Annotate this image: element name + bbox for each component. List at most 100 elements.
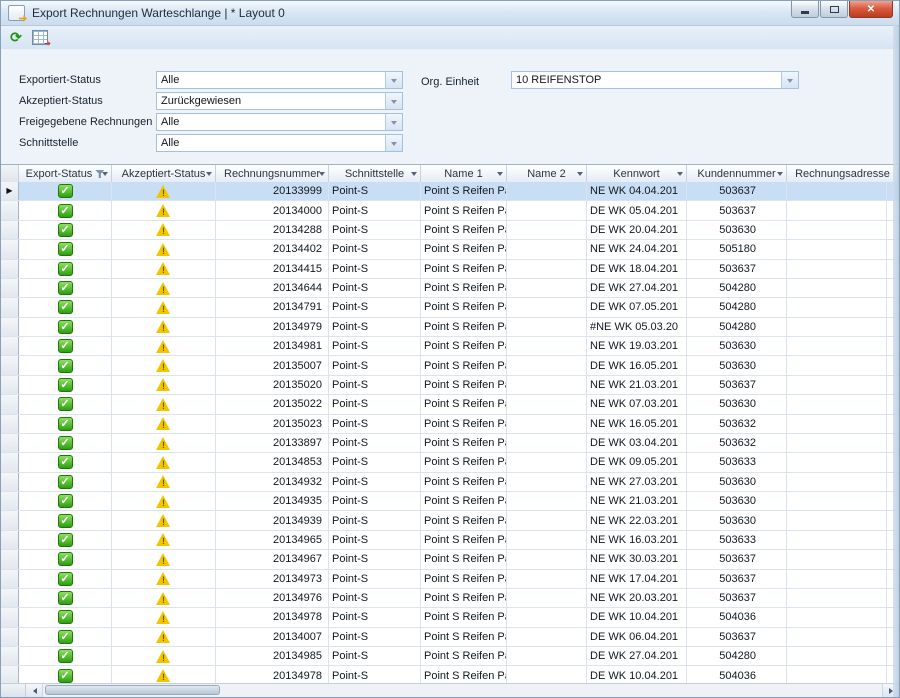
- kundennummer-cell: 504280: [687, 318, 787, 336]
- filter-akzeptiert-status-select[interactable]: Zurückgewiesen: [156, 92, 403, 110]
- table-row[interactable]: ✓ ! 20135020 Point-S Point S Reifen Par …: [1, 376, 899, 395]
- table-row[interactable]: ✓ ! 20134979 Point-S Point S Reifen Par …: [1, 318, 899, 337]
- filter-org-einheit-select[interactable]: 10 REIFENSTOP: [511, 71, 799, 89]
- column-header-export-status[interactable]: Export-Status: [19, 165, 112, 183]
- row-selector[interactable]: [1, 395, 19, 413]
- chevron-down-icon[interactable]: [385, 93, 402, 109]
- row-selector[interactable]: [1, 570, 19, 588]
- table-row[interactable]: ✓ ! 20134939 Point-S Point S Reifen Par …: [1, 511, 899, 530]
- column-dropdown-icon[interactable]: [319, 172, 325, 179]
- row-selector[interactable]: [1, 298, 19, 316]
- table-row[interactable]: ✓ ! 20134978 Point-S Point S Reifen Par …: [1, 666, 899, 684]
- table-row[interactable]: ✓ ! 20134644 Point-S Point S Reifen Par …: [1, 279, 899, 298]
- filter-schnittstelle-select[interactable]: Alle: [156, 134, 403, 152]
- row-selector[interactable]: [1, 531, 19, 549]
- row-selector[interactable]: [1, 260, 19, 278]
- row-selector[interactable]: [1, 608, 19, 626]
- maximize-button[interactable]: [820, 1, 848, 18]
- table-row[interactable]: ✓ ! 20134976 Point-S Point S Reifen Par …: [1, 589, 899, 608]
- minimize-button[interactable]: [791, 1, 819, 18]
- yellow-warning-icon: !: [156, 223, 171, 236]
- table-row[interactable]: ✓ ! 20134935 Point-S Point S Reifen Par …: [1, 492, 899, 511]
- scrollbar-thumb[interactable]: [45, 685, 220, 695]
- row-selector[interactable]: [1, 201, 19, 219]
- table-row[interactable]: ✓ ! 20134967 Point-S Point S Reifen Par …: [1, 550, 899, 569]
- row-selector[interactable]: [1, 356, 19, 374]
- app-window-icon[interactable]: [8, 5, 25, 21]
- filter-freigegebene-rechnungen-select[interactable]: Alle: [156, 113, 403, 131]
- table-row[interactable]: ✓ ! 20134853 Point-S Point S Reifen Par …: [1, 453, 899, 472]
- column-header-kennwort[interactable]: Kennwort: [587, 165, 687, 183]
- table-row[interactable]: ✓ ! 20134965 Point-S Point S Reifen Par …: [1, 531, 899, 550]
- row-selector[interactable]: ▶: [1, 182, 19, 200]
- row-selector[interactable]: [1, 511, 19, 529]
- column-header-name1[interactable]: Name 1: [421, 165, 507, 183]
- scrollbar-track[interactable]: [43, 684, 882, 697]
- row-selector[interactable]: [1, 647, 19, 665]
- table-row[interactable]: ✓ ! 20135023 Point-S Point S Reifen Par …: [1, 415, 899, 434]
- column-header-rechnungsnummer[interactable]: Rechnungsnummer: [216, 165, 329, 183]
- table-row[interactable]: ✓ ! 20134791 Point-S Point S Reifen Par …: [1, 298, 899, 317]
- chevron-down-icon[interactable]: [781, 72, 798, 88]
- column-dropdown-icon[interactable]: [577, 172, 583, 179]
- row-selector[interactable]: [1, 221, 19, 239]
- table-row[interactable]: ✓ ! 20134402 Point-S Point S Reifen Par …: [1, 240, 899, 259]
- table-row[interactable]: ✓ ! 20134973 Point-S Point S Reifen Par …: [1, 570, 899, 589]
- row-selector[interactable]: [1, 318, 19, 336]
- horizontal-scrollbar[interactable]: [1, 683, 899, 697]
- chevron-down-icon[interactable]: [385, 135, 402, 151]
- chevron-down-icon[interactable]: [385, 72, 402, 88]
- row-selector[interactable]: [1, 492, 19, 510]
- column-dropdown-icon[interactable]: [677, 172, 683, 179]
- table-row[interactable]: ✓ ! 20134415 Point-S Point S Reifen Par …: [1, 260, 899, 279]
- column-header-kundennummer[interactable]: Kundennummer: [687, 165, 787, 183]
- column-header-name2[interactable]: Name 2: [507, 165, 587, 183]
- row-selector[interactable]: [1, 628, 19, 646]
- column-dropdown-icon[interactable]: [102, 172, 108, 179]
- chevron-down-icon[interactable]: [385, 114, 402, 130]
- filter-exportiert-status-select[interactable]: Alle: [156, 71, 403, 89]
- table-row[interactable]: ✓ ! 20135022 Point-S Point S Reifen Par …: [1, 395, 899, 414]
- kennwort-cell: NE WK 16.03.201: [587, 531, 687, 549]
- refresh-button[interactable]: [6, 28, 26, 48]
- table-row[interactable]: ✓ ! 20134000 Point-S Point S Reifen Par …: [1, 201, 899, 220]
- row-selector[interactable]: [1, 279, 19, 297]
- table-row[interactable]: ✓ ! 20134007 Point-S Point S Reifen Par …: [1, 628, 899, 647]
- scroll-left-button[interactable]: [26, 684, 43, 697]
- table-row[interactable]: ▶ ✓ ! 20133999 Point-S Point S Reifen Pa…: [1, 182, 899, 201]
- row-selector[interactable]: [1, 240, 19, 258]
- column-header-akzeptiert-status[interactable]: Akzeptiert-Status: [112, 165, 216, 183]
- akzeptiert-status-cell: !: [112, 628, 216, 646]
- window-controls: [791, 1, 893, 18]
- row-selector[interactable]: [1, 666, 19, 684]
- column-dropdown-icon[interactable]: [206, 172, 212, 179]
- table-row[interactable]: ✓ ! 20134932 Point-S Point S Reifen Par …: [1, 473, 899, 492]
- table-row[interactable]: ✓ ! 20133897 Point-S Point S Reifen Par …: [1, 434, 899, 453]
- export-button[interactable]: [30, 28, 50, 48]
- row-selector[interactable]: [1, 589, 19, 607]
- column-dropdown-icon[interactable]: [411, 172, 417, 179]
- rechnungsnummer-cell: 20134935: [216, 492, 329, 510]
- export-status-cell: ✓: [19, 434, 112, 452]
- table-row[interactable]: ✓ ! 20134978 Point-S Point S Reifen Par …: [1, 608, 899, 627]
- column-header-rechnungsadresse[interactable]: Rechnungsadresse: [787, 165, 899, 183]
- table-row[interactable]: ✓ ! 20135007 Point-S Point S Reifen Par …: [1, 356, 899, 375]
- row-selector[interactable]: [1, 473, 19, 491]
- row-selector[interactable]: [1, 434, 19, 452]
- row-selector[interactable]: [1, 550, 19, 568]
- row-selector[interactable]: [1, 376, 19, 394]
- table-row[interactable]: ✓ ! 20134981 Point-S Point S Reifen Par …: [1, 337, 899, 356]
- column-dropdown-icon[interactable]: [777, 172, 783, 179]
- rechnungsadresse-cell: [787, 298, 887, 316]
- row-selector[interactable]: [1, 453, 19, 471]
- row-selector[interactable]: [1, 415, 19, 433]
- close-button[interactable]: [849, 1, 893, 18]
- yellow-warning-icon: !: [156, 320, 171, 333]
- table-row[interactable]: ✓ ! 20134288 Point-S Point S Reifen Par …: [1, 221, 899, 240]
- table-row[interactable]: ✓ ! 20134985 Point-S Point S Reifen Par …: [1, 647, 899, 666]
- kennwort-cell: DE WK 07.05.201: [587, 298, 687, 316]
- column-dropdown-icon[interactable]: [497, 172, 503, 179]
- column-header-schnittstelle[interactable]: Schnittstelle: [329, 165, 421, 183]
- row-selector[interactable]: [1, 337, 19, 355]
- green-check-icon: ✓: [58, 262, 73, 276]
